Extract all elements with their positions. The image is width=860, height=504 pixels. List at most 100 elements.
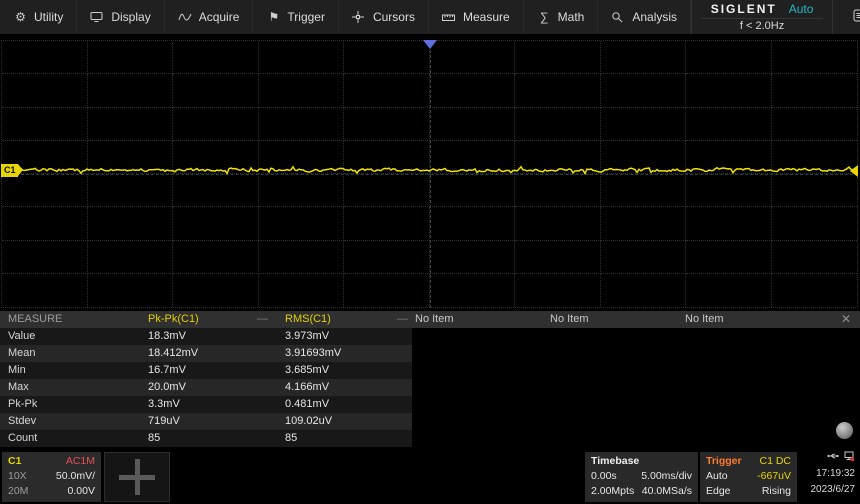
channel-probe: 10X — [8, 470, 27, 482]
channel-list-icon — [853, 9, 860, 25]
measure-value-rms: 3.685mV — [285, 364, 330, 376]
measure-value-rms: 3.973mV — [285, 330, 330, 342]
channel-scale: 50.0mV/ — [55, 470, 95, 482]
measure-value-rms: 4.166mV — [285, 381, 330, 393]
clock-box[interactable]: 17:19:32 2023/6/27 — [800, 451, 858, 502]
column-options-dash-icon[interactable]: — — [257, 311, 268, 328]
trigger-level-marker[interactable] — [850, 165, 858, 177]
measure-panel: MEASURE Pk-Pk(C1) — RMS(C1) — No Item No… — [0, 311, 860, 447]
trigger-source: C1 DC — [759, 455, 791, 467]
measure-row: Mean 18.412mV 3.91693mV — [0, 345, 412, 362]
cursors-icon — [351, 11, 367, 23]
measure-row: Stdev 719uV 109.02uV — [0, 413, 412, 430]
close-icon[interactable]: ✕ — [841, 311, 851, 328]
measure-value-pkpk: 18.3mV — [148, 330, 186, 342]
measure-row: Count 85 85 — [0, 430, 412, 447]
menu-label: Analysis — [632, 10, 678, 24]
measure-value-rms: 85 — [285, 432, 298, 444]
clock-date: 2023/6/27 — [810, 484, 856, 495]
measure-value-pkpk: 16.7mV — [148, 364, 186, 376]
measure-title: MEASURE — [8, 313, 63, 325]
display-icon — [90, 11, 105, 23]
timebase-title: Timebase — [591, 455, 640, 467]
trigger-type: Edge — [706, 485, 731, 497]
measure-row: Max 20.0mV 4.166mV — [0, 379, 412, 396]
measure-row: Min 16.7mV 3.685mV — [0, 362, 412, 379]
measure-column-empty-1[interactable]: No Item — [415, 311, 454, 328]
channel-name: C1 — [8, 455, 22, 467]
menu-label: Measure — [462, 10, 510, 24]
menu-label: Math — [557, 10, 585, 24]
menu-cursors[interactable]: Cursors — [339, 0, 429, 34]
trigger-flag-icon: ⚑ — [268, 10, 280, 24]
timebase-memory: 2.00Mpts — [591, 485, 635, 497]
measure-icon — [441, 12, 457, 23]
trigger-slope: Rising — [761, 485, 791, 497]
trigger-title: Trigger — [706, 455, 742, 467]
measure-row: Pk-Pk 3.3mV 0.481mV — [0, 396, 412, 413]
oscilloscope-screen: ⚙ Utility Display Acquire ⚑ Trigger Curs… — [0, 0, 860, 504]
analysis-icon — [611, 11, 626, 23]
channel-badge[interactable]: C1 — [832, 0, 860, 34]
measure-value-rms: 0.481mV — [285, 398, 330, 410]
menu-analysis[interactable]: Analysis — [598, 0, 692, 34]
column-options-dash-icon[interactable]: — — [397, 311, 408, 328]
floating-ball-handle[interactable] — [836, 422, 853, 439]
clock-time: 17:19:32 — [816, 468, 855, 479]
menu-math[interactable]: ∑ Math — [524, 0, 599, 34]
utility-icon: ⚙ — [15, 10, 26, 24]
measure-column-pkpk[interactable]: Pk-Pk(C1) — [148, 311, 199, 328]
measure-column-empty-3[interactable]: No Item — [685, 311, 724, 328]
acquire-icon — [178, 11, 193, 23]
timebase-samplerate: 40.0MSa/s — [641, 485, 692, 497]
menu-acquire[interactable]: Acquire — [165, 0, 254, 34]
measure-row: Value 18.3mV 3.973mV — [0, 328, 412, 345]
trigger-box[interactable]: Trigger C1 DC Auto -667uV Edge Rising — [700, 452, 797, 502]
menu-label: Cursors — [372, 10, 415, 24]
status-box[interactable]: SIGLENT Auto f < 2.0Hz — [691, 0, 832, 34]
measure-row-label: Max — [8, 381, 29, 393]
timebase-box[interactable]: Timebase 0.00s 5.00ms/div 2.00Mpts 40.0M… — [585, 452, 698, 502]
channel-offset: 0.00V — [67, 485, 95, 497]
lan-status-icon — [843, 451, 855, 468]
menu-utility[interactable]: ⚙ Utility — [0, 0, 78, 34]
measure-row-label: Mean — [8, 347, 36, 359]
channel-offset-marker[interactable]: C1 — [1, 164, 22, 177]
topbar-right: SIGLENT Auto f < 2.0Hz C1 — [691, 0, 860, 34]
channel-bandwidth: 20M — [8, 485, 29, 497]
menu-trigger[interactable]: ⚑ Trigger — [253, 0, 339, 34]
waveform-canvas — [1, 165, 858, 176]
measure-value-pkpk: 719uV — [148, 415, 180, 427]
measure-header: MEASURE Pk-Pk(C1) — RMS(C1) — No Item No… — [0, 311, 860, 328]
measure-row-label: Value — [8, 330, 36, 342]
trigger-position-marker[interactable] — [422, 40, 437, 49]
brand-logo: SIGLENT — [710, 2, 777, 16]
trigger-level: -667uV — [757, 470, 791, 482]
plus-icon — [134, 459, 140, 495]
channel-coupling: AC1M — [65, 455, 95, 467]
channel-c1-box[interactable]: C1 AC1M 10X 50.0mV/ 20M 0.00V — [2, 452, 101, 502]
measure-value-rms: 109.02uV — [285, 415, 333, 427]
measure-column-empty-2[interactable]: No Item — [550, 311, 589, 328]
top-menu-bar: ⚙ Utility Display Acquire ⚑ Trigger Curs… — [0, 0, 860, 34]
math-icon: ∑ — [539, 10, 549, 24]
menu-list: ⚙ Utility Display Acquire ⚑ Trigger Curs… — [0, 0, 692, 34]
measure-row-label: Stdev — [8, 415, 37, 427]
trigger-mode: Auto — [706, 470, 728, 482]
measure-row-label: Count — [8, 432, 38, 444]
timebase-delay: 0.00s — [591, 470, 617, 482]
measure-value-pkpk: 85 — [148, 432, 161, 444]
menu-label: Acquire — [198, 10, 240, 24]
menu-display[interactable]: Display — [77, 0, 165, 34]
waveform-display[interactable]: C1 — [1, 40, 858, 308]
usb-icon — [827, 451, 839, 467]
waveform-trace-c1 — [1, 165, 858, 176]
measure-column-rms[interactable]: RMS(C1) — [285, 311, 331, 328]
measure-row-label: Min — [8, 364, 26, 376]
menu-measure[interactable]: Measure — [429, 0, 524, 34]
measure-value-pkpk: 18.412mV — [148, 347, 199, 359]
measure-value-pkpk: 3.3mV — [148, 398, 180, 410]
trigger-frequency: f < 2.0Hz — [701, 18, 823, 32]
add-channel-button[interactable] — [104, 452, 170, 502]
acquisition-status: Auto — [788, 2, 814, 16]
